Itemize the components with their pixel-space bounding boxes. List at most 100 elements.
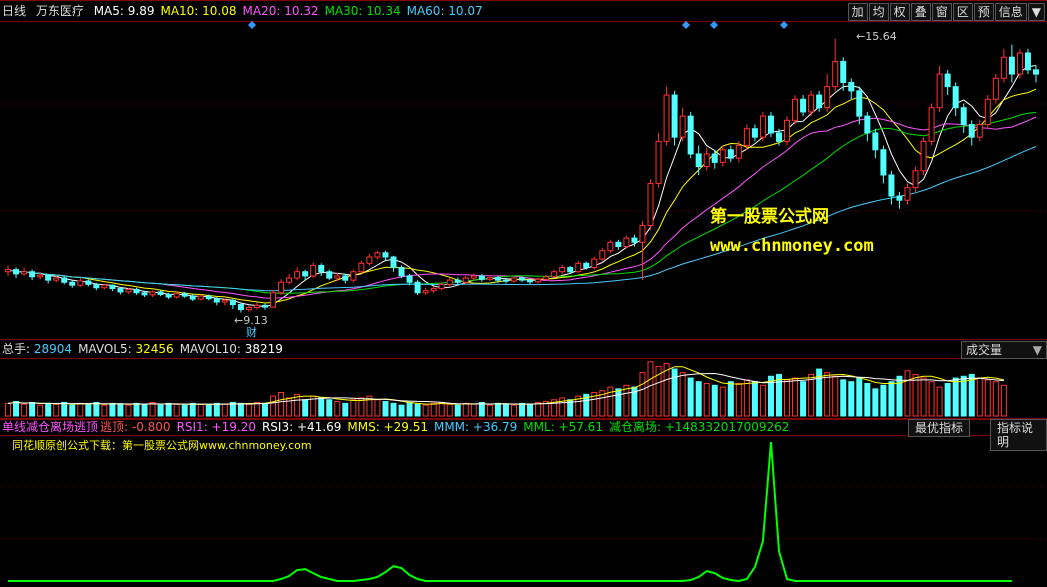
volume-bar (615, 388, 622, 417)
volume-bar (519, 402, 525, 417)
volume-bar (679, 372, 686, 417)
volume-bar (808, 373, 815, 417)
candle-body (109, 284, 116, 290)
volume-bar (245, 403, 252, 417)
candle-body (350, 271, 357, 281)
volume-bar (13, 401, 20, 417)
volume-bar (776, 373, 782, 417)
candle-body (631, 237, 638, 243)
candle-body (1000, 56, 1007, 79)
ma-value-4: MA60: 10.07 (406, 4, 483, 18)
candle-body (535, 278, 542, 283)
candle-body (784, 119, 791, 142)
volume-bar (197, 403, 204, 417)
candle-body (286, 277, 293, 283)
toolbar-button-6[interactable]: 预 (973, 3, 994, 21)
candle-body (816, 94, 823, 109)
volume-bar (719, 386, 726, 417)
indicator-stat-4: MMM: +36.79 (433, 420, 518, 434)
candle-body (494, 277, 501, 281)
toolbar-button-0[interactable]: 加 (847, 3, 868, 21)
candle-body (470, 275, 477, 279)
volume-bar (29, 401, 36, 417)
candle (984, 95, 991, 129)
ma-value-0: MA5: 9.89 (93, 4, 155, 18)
candle-body (607, 241, 614, 252)
candle-body (93, 283, 100, 289)
volume-bar (462, 402, 469, 417)
candle-body (832, 60, 839, 88)
candle-body (904, 187, 911, 201)
volume-bar (93, 401, 100, 417)
volume-bar (792, 377, 799, 417)
candle-body (695, 153, 702, 168)
candle-body (262, 304, 268, 308)
candle-body (527, 279, 534, 283)
candle-body (270, 292, 277, 308)
toolbar-button-2[interactable]: 权 (889, 3, 910, 21)
ma-value-1: MA10: 10.08 (160, 4, 237, 18)
toolbar-button-4[interactable]: 窗 (931, 3, 952, 21)
volume-bar (422, 404, 429, 417)
candle-body (85, 280, 92, 285)
volume-bar (398, 404, 405, 417)
candle-body (928, 107, 935, 142)
candle (759, 111, 766, 142)
best-indicator-button[interactable]: 最优指标 (908, 419, 971, 437)
candle-body (189, 295, 196, 300)
price-chart[interactable] (0, 0, 1047, 340)
volume-bar (406, 401, 413, 417)
indicator-help-button[interactable]: 指标说明 (990, 419, 1047, 451)
volume-bar (278, 392, 285, 417)
volume-bar (695, 381, 702, 417)
volume-bar (703, 382, 710, 417)
candle-body (912, 170, 919, 189)
candle-body (1016, 52, 1023, 75)
volume-bar (486, 404, 493, 417)
candle-body (583, 262, 590, 269)
volume-bar (735, 382, 742, 417)
candle-body (543, 276, 550, 280)
candle-body (77, 280, 84, 286)
candle (992, 74, 999, 104)
candle-body (551, 271, 558, 278)
toolbar-button-1[interactable]: 均 (868, 3, 889, 21)
finance-marker[interactable]: 财 (246, 324, 257, 340)
volume-selector[interactable]: 成交量 ▼ (961, 341, 1047, 359)
candle-body (406, 275, 413, 283)
candle-body (29, 271, 36, 278)
volume-bar (952, 377, 959, 417)
volume-bar (221, 403, 228, 417)
volume-bar (904, 370, 911, 417)
candle-body (149, 291, 156, 296)
volume-bar (888, 381, 895, 417)
volume-bar (165, 402, 172, 417)
toolbar-button-7[interactable]: 信息 (994, 3, 1027, 21)
candle-body (414, 281, 421, 294)
candle-body (671, 94, 678, 138)
candle-body (976, 124, 983, 138)
candle-body (687, 115, 694, 155)
candle-body (510, 277, 517, 282)
chart-toolbar: 加均权叠窗区预信息 ▼ (847, 3, 1045, 21)
candle-body (205, 295, 212, 300)
triangle-down-icon[interactable]: ▼ (1027, 3, 1045, 21)
toolbar-button-3[interactable]: 叠 (910, 3, 931, 21)
toolbar-button-5[interactable]: 区 (952, 3, 973, 21)
volume-bar (237, 402, 244, 417)
volume-bar (189, 402, 196, 417)
candle-body (478, 275, 485, 280)
candle-body (567, 267, 574, 273)
candle-body (1032, 69, 1039, 75)
volume-bar (992, 381, 999, 417)
candle-body (53, 277, 60, 281)
volume-selector-label: 成交量 (966, 343, 1003, 357)
candle-body (382, 252, 389, 258)
volume-bar (800, 381, 807, 417)
candle-body (968, 124, 975, 138)
candle (1016, 48, 1023, 79)
volume-bar (944, 382, 951, 417)
candle-body (253, 304, 260, 308)
volume-bar (687, 377, 694, 417)
candle (792, 95, 799, 125)
